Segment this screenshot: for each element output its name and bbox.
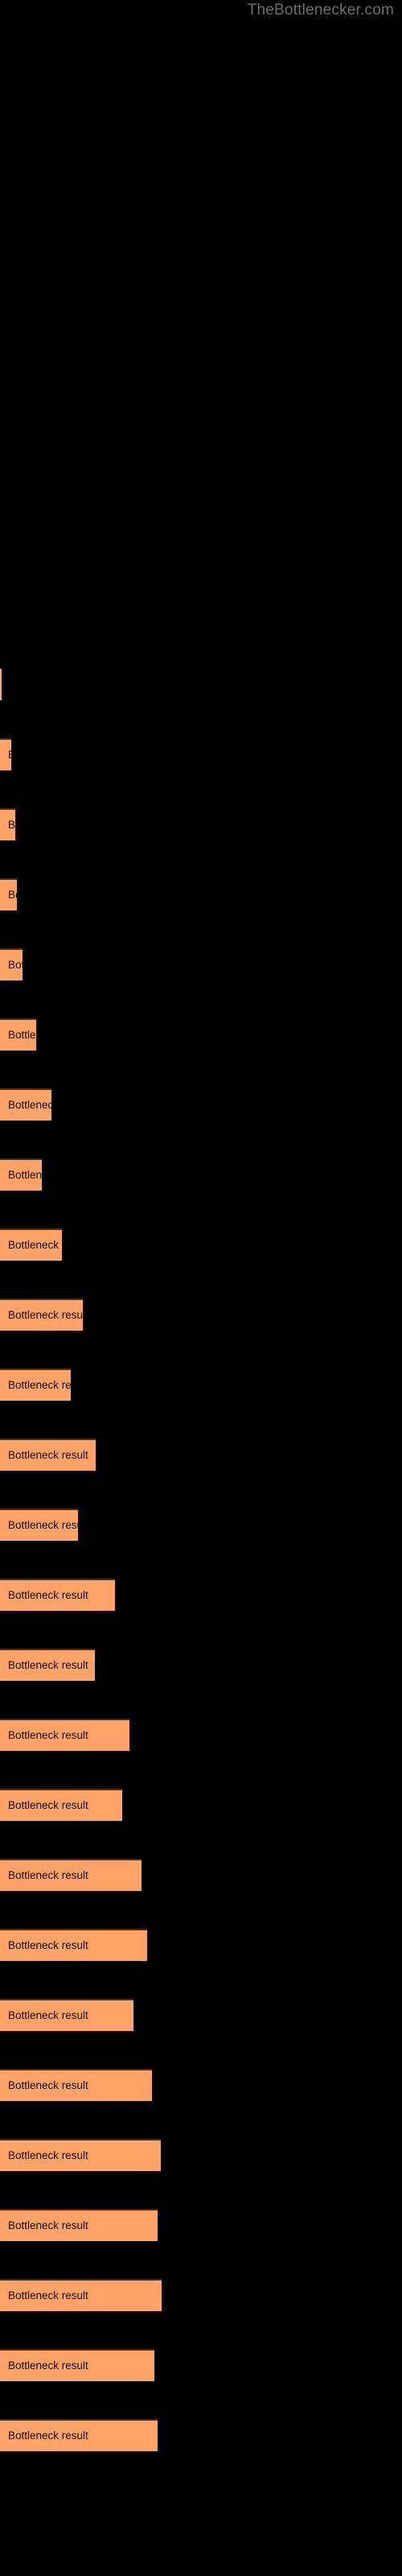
- chart-bar-label: Bottleneck result: [8, 1029, 36, 1041]
- chart-bar-label: Bottleneck result: [8, 2219, 88, 2231]
- bar-row: Bottleneck result: [0, 1859, 402, 1894]
- bar-row: Bottleneck result: [0, 2069, 402, 2104]
- bottleneck-bar-chart: Bottleneck result Bottleneck result Bottle…: [0, 0, 402, 2576]
- chart-bar-label: Bottleneck result: [8, 2079, 88, 2091]
- chart-bar[interactable]: Bottleneck result: [0, 2279, 162, 2311]
- chart-bar-label: Bottleneck result: [8, 749, 11, 762]
- chart-bar[interactable]: Bottleneck result: [0, 738, 11, 770]
- chart-bar-label: Bottleneck result: [8, 1939, 88, 1951]
- chart-bar[interactable]: Bottleneck result: [0, 2139, 161, 2171]
- bar-row: Bottleneck result: [0, 1579, 402, 1614]
- chart-bar-label: Bottleneck result: [8, 1519, 78, 1531]
- bar-row: Bottleneck result: [0, 1158, 402, 1194]
- chart-bar-label: Bottleneck result: [8, 1799, 88, 1811]
- bar-row: Bottleneck result: [0, 1088, 402, 1124]
- chart-bar-label: Bottleneck result: [8, 1729, 88, 1741]
- chart-bar-label: Bottleneck result: [8, 1309, 83, 1321]
- page-root: TheBottlenecker.com Bottleneck resultBot…: [0, 0, 402, 2576]
- bar-row: Bottleneck result: [0, 1368, 402, 1404]
- chart-bar-label: Bottleneck result: [8, 1379, 71, 1391]
- chart-bar[interactable]: Bottleneck result: [0, 1158, 42, 1191]
- bar-row: Bottleneck result: [0, 1509, 402, 1544]
- chart-bar-label: Bottleneck result: [8, 1239, 62, 1251]
- bar-row: Bottleneck result: [0, 738, 402, 774]
- chart-bar-label: Bottleneck result: [8, 2149, 88, 2161]
- chart-bar[interactable]: Bottleneck result: [0, 668, 2, 700]
- chart-bar[interactable]: Bottleneck result: [0, 1228, 62, 1261]
- chart-bar-label: Bottleneck result: [8, 959, 23, 971]
- chart-bar-label: Bottleneck result: [8, 1449, 88, 1461]
- chart-bar[interactable]: Bottleneck result: [0, 2069, 152, 2101]
- chart-bar[interactable]: Bottleneck result: [0, 1088, 51, 1121]
- bar-row: Bottleneck result: [0, 1439, 402, 1474]
- chart-bar[interactable]: Bottleneck result: [0, 878, 17, 910]
- chart-bar[interactable]: Bottleneck result: [0, 1719, 129, 1751]
- chart-bar[interactable]: Bottleneck result: [0, 1649, 95, 1681]
- chart-bar[interactable]: Bottleneck result: [0, 1999, 133, 2031]
- bar-row: Bottleneck result: [0, 1719, 402, 1754]
- chart-bar-label: Bottleneck result: [8, 2429, 88, 2442]
- chart-bar[interactable]: Bottleneck result: [0, 1789, 122, 1821]
- bar-row: Bottleneck result: [0, 2279, 402, 2314]
- bar-row: Bottleneck result: [0, 2209, 402, 2244]
- chart-bar-label: Bottleneck result: [8, 1659, 88, 1671]
- chart-bar-label: Bottleneck result: [8, 2289, 88, 2301]
- bar-row: Bottleneck result: [0, 2139, 402, 2174]
- chart-bar[interactable]: Bottleneck result: [0, 1929, 147, 1961]
- chart-bar-label: Bottleneck result: [8, 1169, 42, 1181]
- bar-row: Bottleneck result: [0, 2349, 402, 2384]
- chart-bar[interactable]: Bottleneck result: [0, 2349, 154, 2381]
- chart-bar[interactable]: Bottleneck result: [0, 1298, 83, 1331]
- bar-row: Bottleneck result: [0, 808, 402, 844]
- chart-bar[interactable]: Bottleneck result: [0, 1509, 78, 1541]
- bar-row: Bottleneck result: [0, 1649, 402, 1684]
- chart-bar[interactable]: Bottleneck result: [0, 1439, 96, 1471]
- chart-bar[interactable]: Bottleneck result: [0, 808, 15, 840]
- chart-bar-label: Bottleneck result: [8, 2359, 88, 2372]
- chart-bar-label: Bottleneck result: [8, 889, 17, 901]
- chart-bar[interactable]: Bottleneck result: [0, 1579, 115, 1611]
- chart-bar-label: Bottleneck result: [8, 1099, 51, 1111]
- chart-bar[interactable]: Bottleneck result: [0, 1368, 71, 1401]
- bar-row: Bottleneck result: [0, 1929, 402, 1964]
- bar-row: Bottleneck result: [0, 1298, 402, 1334]
- bar-row: Bottleneck result: [0, 948, 402, 984]
- chart-bar[interactable]: Bottleneck result: [0, 2419, 158, 2451]
- bar-row: Bottleneck result: [0, 1228, 402, 1264]
- chart-bar-label: Bottleneck result: [8, 2009, 88, 2021]
- chart-bar[interactable]: Bottleneck result: [0, 2209, 158, 2241]
- bar-row: Bottleneck result: [0, 2419, 402, 2454]
- chart-bar-label: Bottleneck result: [8, 819, 15, 831]
- bar-row: Bottleneck result: [0, 1999, 402, 2034]
- bar-row: Bottleneck result: [0, 1789, 402, 1824]
- chart-bar-label: Bottleneck result: [8, 1589, 88, 1601]
- chart-bar-label: Bottleneck result: [8, 1869, 88, 1881]
- chart-bar[interactable]: Bottleneck result: [0, 1018, 36, 1051]
- chart-bar[interactable]: Bottleneck result: [0, 948, 23, 980]
- bar-row: Bottleneck result: [0, 668, 402, 704]
- bar-row: Bottleneck result: [0, 1018, 402, 1054]
- chart-bar[interactable]: Bottleneck result: [0, 1859, 142, 1891]
- bar-row: Bottleneck result: [0, 878, 402, 914]
